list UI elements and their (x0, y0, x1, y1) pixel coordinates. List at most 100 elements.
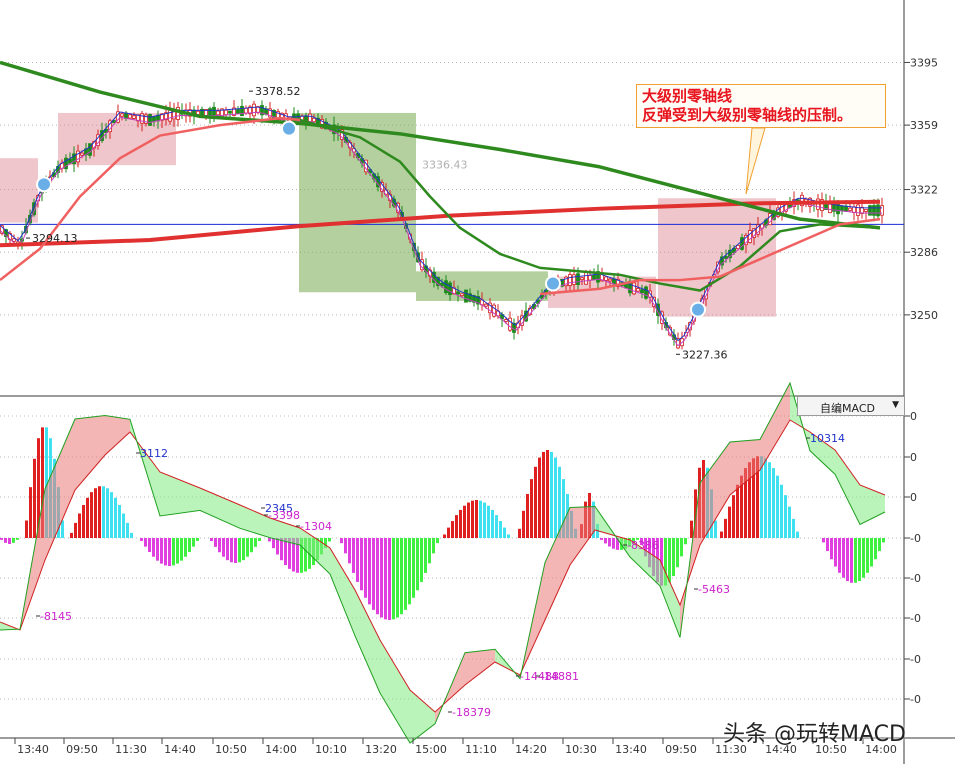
macd-histogram-bar (396, 538, 399, 618)
macd-histogram-bar (792, 518, 795, 538)
candle-body (128, 114, 132, 119)
candle-body (244, 107, 248, 114)
macd-histogram-bar (218, 538, 221, 553)
candle-body (312, 117, 316, 123)
macd-histogram-bar (360, 538, 363, 591)
macd-histogram-bar (487, 505, 490, 538)
macd-histogram-bar (280, 538, 283, 561)
macd-histogram-bar (554, 457, 557, 538)
indicator-select-label: 自编MACD (820, 402, 875, 415)
macd-histogram-bar (102, 486, 105, 538)
highlight-zones (0, 112, 776, 317)
macd-histogram-bar (246, 538, 249, 557)
macd-histogram-bar (340, 538, 343, 544)
macd-histogram-bar (184, 538, 187, 557)
callout-box: 大级别零轴线 反弹受到大级别零轴线的压制。 (636, 84, 886, 128)
macd-histogram-bar (25, 520, 28, 538)
macd-histogram-bar (416, 538, 419, 591)
macd-histogram-bar (550, 451, 553, 538)
macd-histogram-bar (192, 538, 195, 547)
macd-histogram-bar (230, 538, 233, 563)
macd-annotation-label: -1304 (300, 520, 332, 533)
candle-body (576, 273, 580, 285)
macd-histogram-bar (392, 538, 395, 620)
macd-tick-label: 0 (910, 410, 917, 423)
macd-histogram-bar (122, 513, 125, 538)
macd-histogram-bar (538, 457, 541, 538)
macd-histogram-bar (796, 531, 799, 538)
candle-body (588, 275, 592, 281)
macd-histogram-bar (168, 538, 171, 566)
macd-histogram-bar (352, 538, 355, 573)
macd-histogram-bar (479, 500, 482, 538)
macd-histogram-bar (850, 538, 853, 583)
macd-histogram-bar (471, 500, 474, 538)
macd-histogram-bar (503, 527, 506, 538)
macd-histogram-bar (690, 520, 693, 538)
macd-tick-label: -0 (910, 653, 921, 666)
macd-histogram-bar (408, 538, 411, 605)
macd-histogram-bar (724, 518, 727, 538)
macd-tick-label: -0 (910, 693, 921, 706)
macd-histogram-bar (344, 538, 347, 554)
highlight-zone (658, 198, 776, 317)
macd-histogram-bar (826, 538, 829, 552)
price-tick-label: 3286 (910, 246, 938, 259)
macd-histogram-bar (276, 538, 279, 555)
candle-body (852, 206, 856, 213)
macd-histogram-bar (822, 538, 825, 543)
macd-histogram-bar (61, 520, 64, 538)
macd-histogram-bar (0, 538, 3, 540)
macd-histogram-bar (534, 466, 537, 538)
price-annotation-label: 3336.43 (422, 158, 468, 171)
macd-histogram-bar (420, 538, 423, 582)
macd-histogram-bar (447, 527, 450, 538)
macd-histogram-bar (226, 538, 229, 561)
macd-histogram-bar (838, 538, 841, 573)
macd-histogram-bar (676, 538, 679, 568)
macd-histogram-bar (33, 458, 36, 538)
macd-histogram-bar (210, 538, 213, 542)
macd-histogram-bar (180, 538, 183, 561)
candle-body (632, 282, 636, 295)
macd-histogram-bar (846, 538, 849, 582)
macd-histogram-bar (16, 538, 19, 540)
macd-histogram-bar (176, 538, 179, 564)
macd-histogram-bar (368, 538, 371, 605)
macd-histogram-bar (12, 538, 15, 543)
macd-histogram-bar (764, 458, 767, 538)
macd-histogram-bar (882, 538, 885, 543)
callout-pointer (745, 127, 766, 195)
macd-tick-label: -0 (910, 532, 921, 545)
macd-histogram-bar (672, 538, 675, 577)
macd-histogram-bar (364, 538, 367, 598)
macd-tick-label: -0 (910, 612, 921, 625)
macd-histogram-bar (495, 515, 498, 538)
callout-line-2: 反弹受到大级别零轴线的压制。 (642, 106, 853, 124)
candle-body (464, 289, 468, 303)
macd-histogram-bar (172, 538, 175, 566)
macd-tick-label: -0 (910, 572, 921, 585)
macd-histogram-bar (842, 538, 845, 578)
macd-histogram-bar (348, 538, 351, 564)
price-tick-label: 3322 (910, 184, 938, 197)
macd-histogram-bar (222, 538, 225, 557)
macd-histogram-bar (268, 538, 271, 542)
macd-histogram-bar (86, 497, 89, 538)
macd-histogram-bar (788, 506, 791, 538)
indicator-select-dropdown[interactable]: 自编MACD ▼ (797, 396, 905, 416)
x-tick-label: 15:00 (415, 743, 447, 756)
macd-histogram-bar (451, 521, 454, 538)
macd-histogram-bar (29, 487, 32, 538)
macd-histogram-bar (612, 538, 615, 549)
candle-body (12, 238, 16, 242)
macd-tick-label: 0 (910, 451, 917, 464)
candle-body (504, 319, 508, 322)
macd-histogram-bar (475, 500, 478, 538)
macd-histogram-bar (668, 538, 671, 583)
macd-y-ticks: 0 0 0 -0 -0 -0 -0 -0 (904, 410, 921, 706)
macd-histogram-bar (424, 538, 427, 573)
price-tick-label: 3395 (910, 56, 938, 69)
macd-dea-line (0, 381, 886, 744)
macd-histogram-bar (854, 538, 857, 583)
